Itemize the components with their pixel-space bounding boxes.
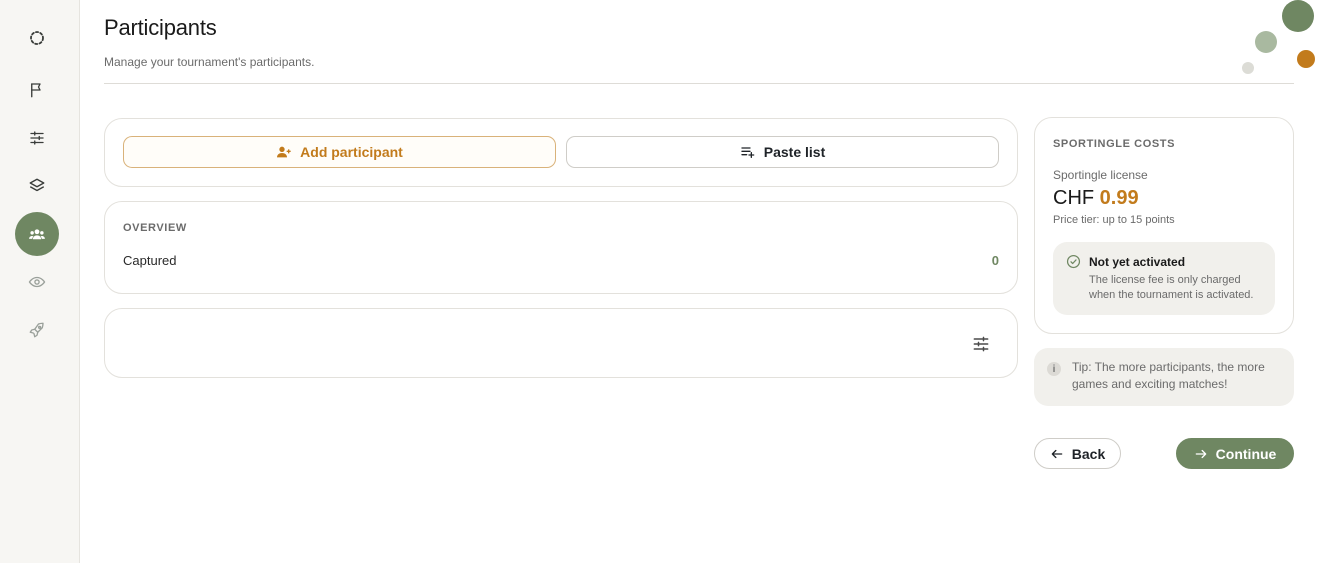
info-icon: i — [1047, 362, 1061, 376]
users-icon — [29, 229, 45, 240]
decorative-dot — [1242, 62, 1254, 74]
header-divider — [104, 83, 1294, 84]
tip-box: i Tip: The more participants, the more g… — [1034, 348, 1294, 406]
sidebar — [0, 0, 80, 563]
decorative-dot — [1255, 31, 1277, 53]
price-amount: 0.99 — [1099, 187, 1139, 209]
sidebar-item-flag[interactable] — [15, 68, 59, 112]
filter-sliders-icon[interactable] — [971, 334, 991, 354]
back-button[interactable]: Back — [1034, 438, 1121, 469]
price-tier: Price tier: up to 15 points — [1053, 214, 1175, 226]
license-price: CHF 0.99 — [1053, 187, 1139, 210]
captured-count: 0 — [991, 253, 999, 268]
flag-icon — [31, 83, 41, 98]
decorative-dot — [1282, 0, 1314, 32]
sidebar-item-layers[interactable] — [15, 164, 59, 208]
tip-text: Tip: The more participants, the more gam… — [1072, 360, 1265, 391]
costs-title: SPORTINGLE COSTS — [1053, 138, 1176, 150]
paste-list-label: Paste list — [763, 144, 826, 160]
captured-label: Captured — [123, 253, 177, 268]
back-label: Back — [1071, 445, 1106, 462]
participants-list-card — [104, 308, 1018, 378]
list-plus-icon — [741, 147, 755, 158]
arrow-left-icon — [1051, 449, 1063, 458]
license-label: Sportingle license — [1053, 168, 1148, 182]
status-title: Not yet activated — [1089, 255, 1186, 269]
sidebar-item-launch[interactable] — [15, 308, 59, 352]
user-plus-icon — [277, 146, 291, 158]
activation-status: Not yet activated The license fee is onl… — [1053, 242, 1275, 315]
rocket-icon — [29, 322, 44, 338]
sidebar-item-participants[interactable] — [15, 212, 59, 256]
sidebar-item-settings[interactable] — [15, 116, 59, 160]
decorative-dot — [1297, 50, 1315, 68]
overview-card: OVERVIEW Captured 0 — [104, 201, 1018, 294]
logo-icon[interactable] — [15, 16, 59, 60]
layers-icon — [29, 178, 45, 192]
price-currency: CHF — [1053, 187, 1095, 209]
add-participant-label: Add participant — [300, 144, 403, 160]
eye-icon — [28, 276, 46, 288]
check-circle-icon — [1066, 254, 1081, 269]
continue-label: Continue — [1215, 445, 1277, 462]
arrow-right-icon — [1195, 449, 1206, 458]
overview-title: OVERVIEW — [123, 222, 187, 234]
continue-button[interactable]: Continue — [1176, 438, 1294, 469]
status-description: The license fee is only charged when the… — [1089, 274, 1254, 301]
sidebar-item-preview[interactable] — [15, 260, 59, 304]
paste-list-button[interactable]: Paste list — [566, 136, 999, 168]
costs-card: SPORTINGLE COSTS Sportingle license CHF … — [1034, 117, 1294, 334]
page-title: Participants — [104, 15, 217, 40]
sliders-icon — [30, 131, 44, 145]
actions-card: Add participant Paste list — [104, 118, 1018, 187]
add-participant-button[interactable]: Add participant — [123, 136, 556, 168]
page-subtitle: Manage your tournament's participants. — [104, 55, 315, 69]
